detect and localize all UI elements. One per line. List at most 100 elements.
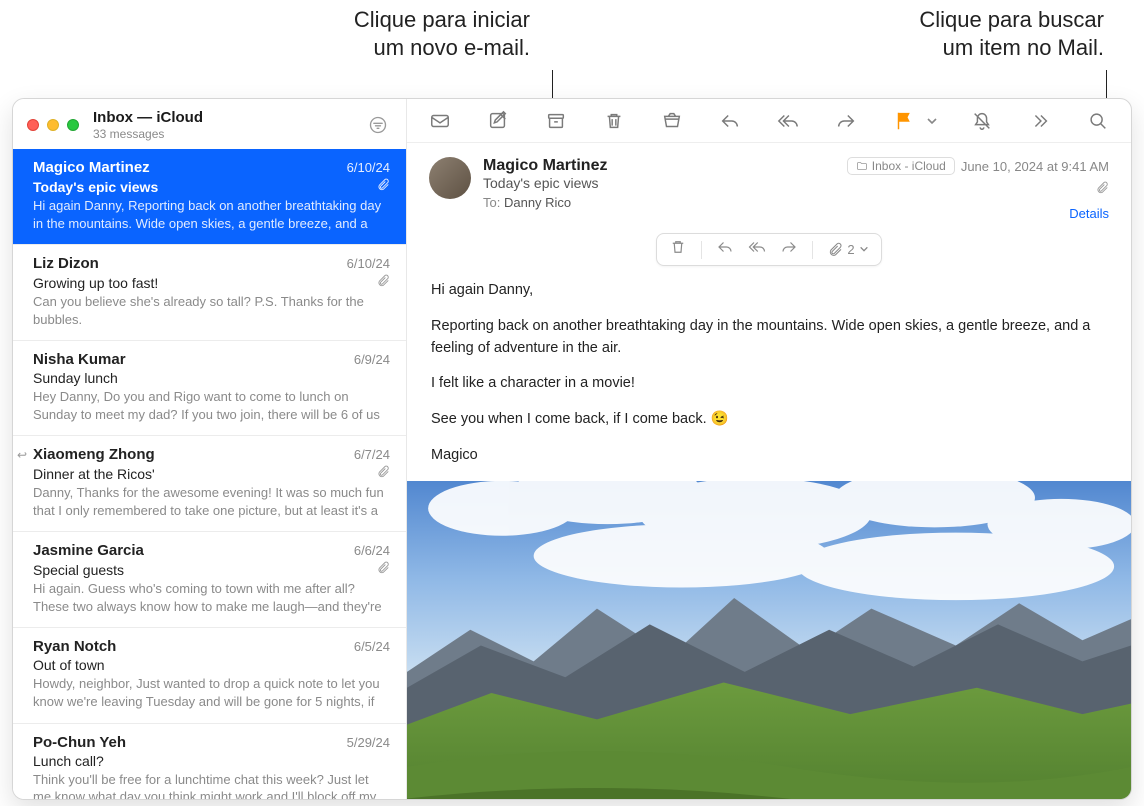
trash-icon: [603, 110, 625, 132]
search-icon: [1087, 110, 1109, 132]
reply-icon: [719, 110, 741, 132]
message-preview: Hi again. Guess who's coming to town wit…: [33, 580, 390, 615]
reply-all-icon: [748, 238, 766, 256]
chevron-down-icon: [926, 115, 938, 127]
message-header: Magico Martinez Today's epic views To: D…: [407, 143, 1131, 229]
separator: [812, 241, 813, 259]
details-link[interactable]: Details: [847, 206, 1109, 221]
message-row[interactable]: Po-Chun Yeh5/29/24Lunch call?Think you'l…: [13, 724, 406, 799]
message-date: 6/10/24: [347, 160, 390, 175]
message-preview: Can you believe she's already so tall? P…: [33, 293, 390, 328]
close-window-button[interactable]: [27, 119, 39, 131]
mailbox-badge[interactable]: Inbox - iCloud: [847, 157, 955, 175]
reply-all-icon: [777, 110, 799, 132]
mailbox-count: 33 messages: [93, 127, 364, 141]
paperclip-icon: [376, 465, 390, 482]
message-row[interactable]: Liz Dizon6/10/24Growing up too fast!Can …: [13, 245, 406, 341]
message-subject: Special guests: [33, 562, 124, 578]
archive-icon: [545, 110, 567, 132]
filter-icon: [368, 115, 388, 135]
message-subject: Today's epic views: [33, 179, 158, 195]
callout-compose-l2: um novo e-mail.: [354, 34, 530, 62]
message-preview: Hi again Danny, Reporting back on anothe…: [33, 197, 390, 232]
toolbar: [407, 99, 1131, 143]
more-toolbar-button[interactable]: [1025, 106, 1055, 136]
to-label: To:: [483, 195, 500, 210]
callout-compose-l1: Clique para iniciar: [354, 6, 530, 34]
bell-slash-icon: [971, 110, 993, 132]
mailbox-title: Inbox — iCloud: [93, 109, 364, 126]
message-list[interactable]: Magico Martinez6/10/24Today's epic views…: [13, 149, 406, 799]
message-subject: Growing up too fast!: [33, 275, 158, 291]
inline-reply-all-button[interactable]: [748, 238, 766, 261]
mute-button[interactable]: [967, 106, 997, 136]
trash-icon: [669, 238, 687, 256]
attachment-image[interactable]: [407, 481, 1131, 800]
reply-all-button[interactable]: [773, 106, 803, 136]
reply-button[interactable]: [715, 106, 745, 136]
reading-pane: Magico Martinez Today's epic views To: D…: [407, 99, 1131, 799]
message-preview: Hey Danny, Do you and Rigo want to come …: [33, 388, 390, 423]
message-date: 6/7/24: [354, 447, 390, 462]
message-body: Hi again Danny, Reporting back on anothe…: [407, 274, 1131, 481]
message-date: 5/29/24: [347, 735, 390, 750]
mail-window: Inbox — iCloud 33 messages Magico Martin…: [12, 98, 1132, 800]
message-from: Ryan Notch: [33, 638, 354, 655]
inline-attachments-button[interactable]: 2: [827, 242, 868, 258]
message-from: Nisha Kumar: [33, 351, 354, 368]
traffic-lights: [27, 119, 79, 131]
paperclip-icon: [1095, 181, 1109, 195]
archive-button[interactable]: [541, 106, 571, 136]
chevron-down-icon: [859, 244, 869, 254]
message-row[interactable]: Ryan Notch6/5/24 Out of town Howdy, neighb…: [13, 628, 406, 723]
message-row[interactable]: Magico Martinez6/10/24Today's epic views…: [13, 149, 406, 245]
forward-button[interactable]: [831, 106, 861, 136]
forward-icon: [835, 110, 857, 132]
mailboxes-button[interactable]: [425, 106, 455, 136]
junk-button[interactable]: [657, 106, 687, 136]
message-preview: Think you'll be free for a lunchtime cha…: [33, 771, 390, 799]
mailbox-badge-label: Inbox - iCloud: [872, 159, 946, 173]
body-paragraph: Reporting back on another breathtaking d…: [431, 316, 1107, 360]
compose-icon: [487, 110, 509, 132]
message-row[interactable]: ↩Xiaomeng Zhong6/7/24Dinner at the Ricos…: [13, 436, 406, 532]
message-timestamp: June 10, 2024 at 9:41 AM: [961, 159, 1109, 174]
body-paragraph: Magico: [431, 445, 1107, 467]
message-preview: Howdy, neighbor, Just wanted to drop a q…: [33, 675, 390, 710]
paperclip-icon: [376, 274, 390, 291]
message-from: Po-Chun Yeh: [33, 734, 347, 751]
minimize-window-button[interactable]: [47, 119, 59, 131]
mountain-photo: [407, 481, 1131, 800]
reply-icon: [716, 238, 734, 256]
body-paragraph: I felt like a character in a movie!: [431, 373, 1107, 395]
paperclip-icon: [376, 561, 390, 578]
zoom-window-button[interactable]: [67, 119, 79, 131]
annotation-callouts: Clique para iniciar um novo e-mail. Cliq…: [0, 6, 1144, 94]
flag-menu-button[interactable]: [925, 106, 939, 136]
message-subject: Out of town: [33, 657, 105, 673]
inline-reply-button[interactable]: [716, 238, 734, 261]
body-paragraph: See you when I come back, if I come back…: [431, 409, 1107, 431]
compose-button[interactable]: [483, 106, 513, 136]
inline-forward-button[interactable]: [780, 238, 798, 261]
chevrons-right-icon: [1029, 110, 1051, 132]
message-date: 6/5/24: [354, 639, 390, 654]
message-from: Xiaomeng Zhong: [33, 446, 354, 463]
forward-icon: [780, 238, 798, 256]
inline-delete-button[interactable]: [669, 238, 687, 261]
avatar[interactable]: [429, 157, 471, 199]
callout-search-l2: um item no Mail.: [919, 34, 1104, 62]
message-row[interactable]: Nisha Kumar6/9/24Sunday lunchHey Danny, …: [13, 341, 406, 436]
message-row[interactable]: Jasmine Garcia6/6/24Special guestsHi aga…: [13, 532, 406, 628]
search-button[interactable]: [1083, 106, 1113, 136]
delete-button[interactable]: [599, 106, 629, 136]
inline-action-bar: 2: [656, 233, 881, 266]
flag-icon: [893, 110, 915, 132]
flag-button[interactable]: [889, 106, 919, 136]
message-list-pane: Inbox — iCloud 33 messages Magico Martin…: [13, 99, 407, 799]
folder-icon: [856, 160, 868, 172]
envelope-icon: [429, 110, 451, 132]
body-paragraph: Hi again Danny,: [431, 280, 1107, 302]
message-subject: Dinner at the Ricos': [33, 466, 155, 482]
filter-button[interactable]: [364, 111, 392, 139]
